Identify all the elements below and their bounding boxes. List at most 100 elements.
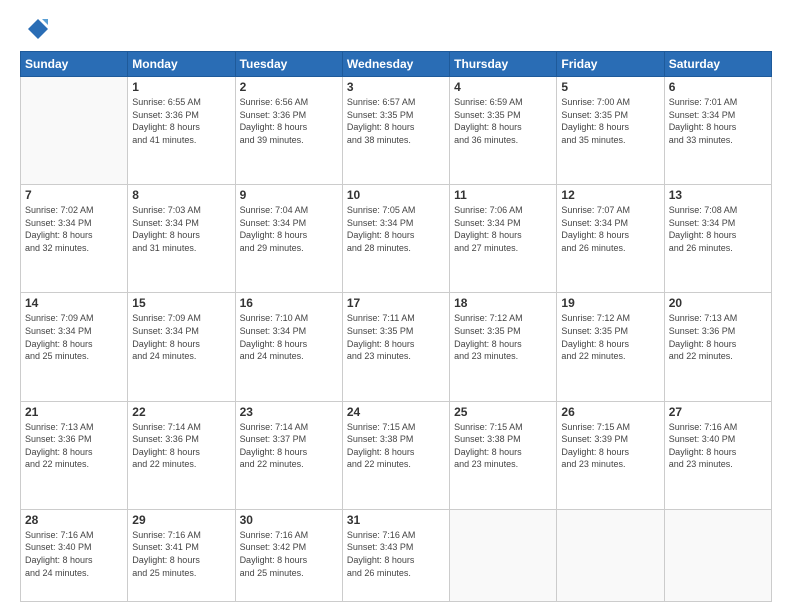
day-info: Sunrise: 7:15 AM Sunset: 3:38 PM Dayligh… — [347, 421, 445, 471]
day-cell: 3 Sunrise: 6:57 AM Sunset: 3:35 PM Daylig… — [342, 77, 449, 185]
day-number: 25 — [454, 405, 552, 419]
day-number: 9 — [240, 188, 338, 202]
day-cell — [664, 509, 771, 601]
day-cell: 14 Sunrise: 7:09 AM Sunset: 3:34 PM Dayli… — [21, 293, 128, 401]
day-cell: 4 Sunrise: 6:59 AM Sunset: 3:35 PM Daylig… — [450, 77, 557, 185]
day-cell: 23 Sunrise: 7:14 AM Sunset: 3:37 PM Dayli… — [235, 401, 342, 509]
day-number: 4 — [454, 80, 552, 94]
day-number: 14 — [25, 296, 123, 310]
day-info: Sunrise: 7:13 AM Sunset: 3:36 PM Dayligh… — [669, 312, 767, 362]
day-number: 8 — [132, 188, 230, 202]
day-cell — [21, 77, 128, 185]
day-info: Sunrise: 7:04 AM Sunset: 3:34 PM Dayligh… — [240, 204, 338, 254]
day-info: Sunrise: 7:11 AM Sunset: 3:35 PM Dayligh… — [347, 312, 445, 362]
day-number: 1 — [132, 80, 230, 94]
day-number: 11 — [454, 188, 552, 202]
day-info: Sunrise: 7:12 AM Sunset: 3:35 PM Dayligh… — [561, 312, 659, 362]
day-cell: 19Sunrise: 7:12 AM Sunset: 3:35 PM Dayli… — [557, 293, 664, 401]
logo-icon — [20, 15, 48, 43]
logo — [20, 15, 52, 43]
day-info: Sunrise: 7:06 AM Sunset: 3:34 PM Dayligh… — [454, 204, 552, 254]
calendar-page: SundayMondayTuesdayWednesdayThursdayFrid… — [0, 0, 792, 612]
day-info: Sunrise: 7:13 AM Sunset: 3:36 PM Dayligh… — [25, 421, 123, 471]
day-cell: 2 Sunrise: 6:56 AM Sunset: 3:36 PM Daylig… — [235, 77, 342, 185]
day-number: 23 — [240, 405, 338, 419]
day-cell: 7 Sunrise: 7:02 AM Sunset: 3:34 PM Daylig… — [21, 185, 128, 293]
day-cell — [450, 509, 557, 601]
day-number: 17 — [347, 296, 445, 310]
day-info: Sunrise: 7:09 AM Sunset: 3:34 PM Dayligh… — [25, 312, 123, 362]
day-info: Sunrise: 7:14 AM Sunset: 3:37 PM Dayligh… — [240, 421, 338, 471]
day-number: 28 — [25, 513, 123, 527]
day-number: 10 — [347, 188, 445, 202]
day-number: 6 — [669, 80, 767, 94]
day-cell: 31 Sunrise: 7:16 AM Sunset: 3:43 PM Dayli… — [342, 509, 449, 601]
day-cell: 27 Sunrise: 7:16 AM Sunset: 3:40 PM Dayli… — [664, 401, 771, 509]
day-number: 21 — [25, 405, 123, 419]
page-header — [20, 15, 772, 43]
day-cell: 29Sunrise: 7:16 AM Sunset: 3:41 PM Dayli… — [128, 509, 235, 601]
day-info: Sunrise: 7:14 AM Sunset: 3:36 PM Dayligh… — [132, 421, 230, 471]
week-row-3: 21 Sunrise: 7:13 AM Sunset: 3:36 PM Dayli… — [21, 401, 772, 509]
day-info: Sunrise: 6:59 AM Sunset: 3:35 PM Dayligh… — [454, 96, 552, 146]
day-cell: 11 Sunrise: 7:06 AM Sunset: 3:34 PM Dayli… — [450, 185, 557, 293]
day-info: Sunrise: 7:02 AM Sunset: 3:34 PM Dayligh… — [25, 204, 123, 254]
day-cell: 18Sunrise: 7:12 AM Sunset: 3:35 PM Dayli… — [450, 293, 557, 401]
day-number: 27 — [669, 405, 767, 419]
day-cell: 13 Sunrise: 7:08 AM Sunset: 3:34 PM Dayli… — [664, 185, 771, 293]
week-row-0: 1Sunrise: 6:55 AM Sunset: 3:36 PM Daylig… — [21, 77, 772, 185]
day-cell: 20 Sunrise: 7:13 AM Sunset: 3:36 PM Dayli… — [664, 293, 771, 401]
day-cell: 21 Sunrise: 7:13 AM Sunset: 3:36 PM Dayli… — [21, 401, 128, 509]
calendar-table: SundayMondayTuesdayWednesdayThursdayFrid… — [20, 51, 772, 602]
day-number: 12 — [561, 188, 659, 202]
day-cell: 6 Sunrise: 7:01 AM Sunset: 3:34 PM Daylig… — [664, 77, 771, 185]
day-number: 7 — [25, 188, 123, 202]
day-number: 3 — [347, 80, 445, 94]
day-cell: 17 Sunrise: 7:11 AM Sunset: 3:35 PM Dayli… — [342, 293, 449, 401]
day-number: 30 — [240, 513, 338, 527]
weekday-header-thursday: Thursday — [450, 52, 557, 77]
weekday-header-wednesday: Wednesday — [342, 52, 449, 77]
day-number: 16 — [240, 296, 338, 310]
day-cell: 8 Sunrise: 7:03 AM Sunset: 3:34 PM Daylig… — [128, 185, 235, 293]
day-info: Sunrise: 6:57 AM Sunset: 3:35 PM Dayligh… — [347, 96, 445, 146]
day-number: 5 — [561, 80, 659, 94]
day-number: 13 — [669, 188, 767, 202]
day-cell: 10Sunrise: 7:05 AM Sunset: 3:34 PM Dayli… — [342, 185, 449, 293]
day-cell: 22 Sunrise: 7:14 AM Sunset: 3:36 PM Dayli… — [128, 401, 235, 509]
day-info: Sunrise: 7:09 AM Sunset: 3:34 PM Dayligh… — [132, 312, 230, 362]
day-number: 18 — [454, 296, 552, 310]
day-number: 22 — [132, 405, 230, 419]
day-cell: 30 Sunrise: 7:16 AM Sunset: 3:42 PM Dayli… — [235, 509, 342, 601]
day-number: 31 — [347, 513, 445, 527]
weekday-header-monday: Monday — [128, 52, 235, 77]
day-number: 15 — [132, 296, 230, 310]
day-cell: 5Sunrise: 7:00 AM Sunset: 3:35 PM Daylig… — [557, 77, 664, 185]
day-cell: 28 Sunrise: 7:16 AM Sunset: 3:40 PM Dayli… — [21, 509, 128, 601]
day-number: 29 — [132, 513, 230, 527]
day-info: Sunrise: 7:07 AM Sunset: 3:34 PM Dayligh… — [561, 204, 659, 254]
week-row-2: 14 Sunrise: 7:09 AM Sunset: 3:34 PM Dayli… — [21, 293, 772, 401]
day-info: Sunrise: 7:08 AM Sunset: 3:34 PM Dayligh… — [669, 204, 767, 254]
day-info: Sunrise: 7:16 AM Sunset: 3:40 PM Dayligh… — [25, 529, 123, 579]
day-info: Sunrise: 7:03 AM Sunset: 3:34 PM Dayligh… — [132, 204, 230, 254]
weekday-header-sunday: Sunday — [21, 52, 128, 77]
day-number: 26 — [561, 405, 659, 419]
day-number: 2 — [240, 80, 338, 94]
day-info: Sunrise: 7:01 AM Sunset: 3:34 PM Dayligh… — [669, 96, 767, 146]
day-number: 20 — [669, 296, 767, 310]
day-info: Sunrise: 7:16 AM Sunset: 3:42 PM Dayligh… — [240, 529, 338, 579]
day-cell: 15 Sunrise: 7:09 AM Sunset: 3:34 PM Dayli… — [128, 293, 235, 401]
day-info: Sunrise: 6:56 AM Sunset: 3:36 PM Dayligh… — [240, 96, 338, 146]
week-row-4: 28 Sunrise: 7:16 AM Sunset: 3:40 PM Dayli… — [21, 509, 772, 601]
day-number: 24 — [347, 405, 445, 419]
day-cell: 12 Sunrise: 7:07 AM Sunset: 3:34 PM Dayli… — [557, 185, 664, 293]
weekday-header-row: SundayMondayTuesdayWednesdayThursdayFrid… — [21, 52, 772, 77]
day-info: Sunrise: 7:16 AM Sunset: 3:40 PM Dayligh… — [669, 421, 767, 471]
weekday-header-tuesday: Tuesday — [235, 52, 342, 77]
day-info: Sunrise: 7:16 AM Sunset: 3:43 PM Dayligh… — [347, 529, 445, 579]
day-cell: 16Sunrise: 7:10 AM Sunset: 3:34 PM Dayli… — [235, 293, 342, 401]
weekday-header-saturday: Saturday — [664, 52, 771, 77]
day-cell — [557, 509, 664, 601]
day-info: Sunrise: 7:15 AM Sunset: 3:39 PM Dayligh… — [561, 421, 659, 471]
